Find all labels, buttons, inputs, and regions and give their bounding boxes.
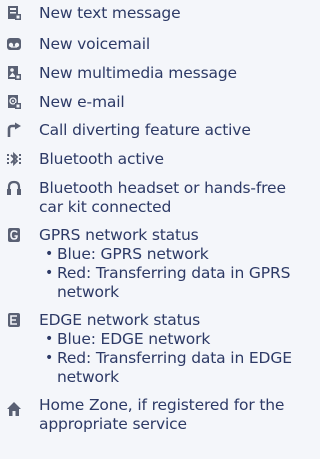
new-multimedia-message-icon bbox=[6, 65, 22, 81]
item-label: New text message bbox=[39, 4, 181, 22]
item-label: GPRS network status bbox=[39, 226, 199, 244]
bullet-symbol: • bbox=[45, 331, 54, 347]
new-email-icon bbox=[6, 94, 22, 110]
bullet-text: Blue: EDGE network bbox=[57, 330, 211, 348]
item-label: New multimedia message bbox=[39, 64, 237, 82]
item-label: Home Zone, if registered for the appropr… bbox=[39, 396, 285, 433]
gprs-status-icon bbox=[6, 227, 22, 243]
new-text-message-icon bbox=[6, 5, 22, 21]
bluetooth-active-icon bbox=[6, 151, 22, 167]
home-zone-icon bbox=[6, 401, 22, 417]
status-icon-list: New text message New voicemail New multi… bbox=[0, 0, 303, 459]
item-label: New voicemail bbox=[39, 35, 151, 53]
call-diverting-icon bbox=[6, 122, 22, 138]
bullet-text: Blue: GPRS network bbox=[57, 245, 209, 263]
bullet-text: Red: Transferring data in EDGE network bbox=[57, 349, 292, 386]
edge-status-icon bbox=[6, 312, 22, 328]
voicemail-icon bbox=[6, 36, 22, 52]
bluetooth-headset-icon bbox=[6, 180, 22, 196]
bullet-symbol: • bbox=[45, 350, 54, 366]
item-label: Call diverting feature active bbox=[39, 121, 251, 139]
item-label: Bluetooth headset or hands-free car kit … bbox=[39, 179, 286, 216]
bullet-symbol: • bbox=[45, 246, 54, 262]
bullet-symbol: • bbox=[45, 265, 54, 281]
item-label: EDGE network status bbox=[39, 311, 201, 329]
bullet-text: Red: Transferring data in GPRS network bbox=[57, 264, 291, 301]
item-label: New e-mail bbox=[39, 93, 125, 111]
item-label: Bluetooth active bbox=[39, 150, 164, 168]
